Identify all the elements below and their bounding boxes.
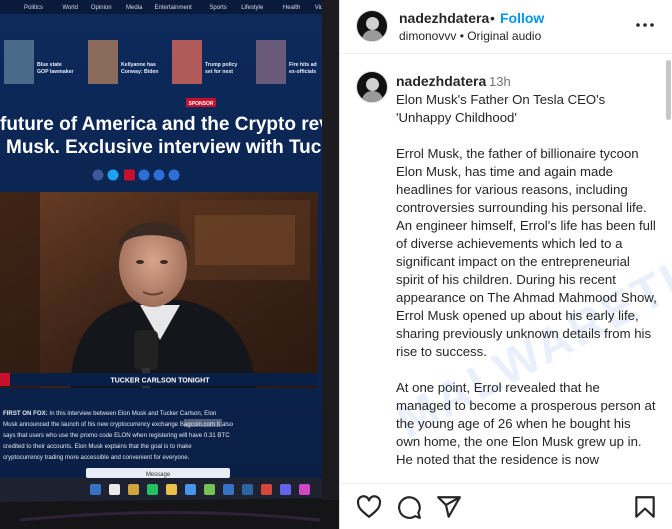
action-bar: ... xyxy=(340,483,672,529)
caption-username[interactable]: nadezhdatera xyxy=(396,73,486,89)
windows-start-icon xyxy=(90,484,101,495)
photo-headline-line-2: Musk. Exclusive interview with Tucker C xyxy=(6,137,339,158)
separator-dot: • xyxy=(490,10,495,26)
flipboard-icon xyxy=(124,169,135,181)
app-icon xyxy=(242,484,253,495)
email-icon xyxy=(168,169,180,181)
caption-avatar[interactable] xyxy=(356,71,388,103)
file-explorer-icon xyxy=(128,484,139,495)
app-icon xyxy=(280,484,291,495)
app-icon xyxy=(299,484,310,495)
photo-thumbnail-caption: Trump policy xyxy=(205,62,237,68)
photo-nav-item: Media xyxy=(126,5,143,11)
photo-thumbnail-image xyxy=(88,40,118,84)
comment-icon[interactable] xyxy=(396,494,422,520)
post-header: nadezhdatera • Follow dimonovvv • Origin… xyxy=(340,0,672,54)
photo-of-monitor: Politics World Opinion Media Entertainment Sp… xyxy=(0,0,339,529)
post-time: 13h xyxy=(489,74,511,89)
app-icon xyxy=(185,484,196,495)
photo-thumbnail-image xyxy=(4,40,34,84)
photo-thumbnail-caption: Fire hits ad xyxy=(289,62,317,68)
avatar[interactable] xyxy=(356,10,388,42)
photo-thumbnail-image xyxy=(172,40,202,84)
sponsor-tag: SPONSOR xyxy=(188,101,213,107)
search-icon xyxy=(109,484,120,495)
author-username[interactable]: nadezhdatera xyxy=(399,10,489,26)
video-chyron: TUCKER CARLSON TONIGHT xyxy=(110,378,210,385)
photo-nav-item: Opinion xyxy=(91,5,112,11)
app-icon xyxy=(204,484,215,495)
scrollbar-thumb[interactable] xyxy=(666,60,671,120)
follow-button[interactable]: Follow xyxy=(500,10,544,26)
photo-nav-item: Lifestyle xyxy=(241,5,264,11)
twitter-icon xyxy=(107,169,119,181)
print-icon xyxy=(153,169,165,181)
photo-thumbnail-caption: Blue state xyxy=(37,62,62,68)
caption-title: Elon Musk's Father On Tesla CEO's 'Unhap… xyxy=(396,92,606,125)
post-media[interactable]: Politics World Opinion Media Entertainment Sp… xyxy=(0,0,339,529)
photo-headline-line-1: future of America and the Crypto revolut xyxy=(0,114,339,135)
edge-icon xyxy=(223,484,234,495)
comment-share-icon xyxy=(138,169,150,181)
photo-thumbnail-caption-2: set for next xyxy=(205,69,233,75)
photo-thumbnail-caption-2: ex-officials xyxy=(289,69,316,75)
facebook-icon xyxy=(92,169,104,181)
whatsapp-icon xyxy=(147,484,158,495)
message-button[interactable]: Message xyxy=(146,472,171,478)
scrollbar[interactable] xyxy=(666,60,671,455)
caption-paragraph-2: At one point, Errol revealed that he man… xyxy=(396,380,656,467)
photo-nav-item: World xyxy=(62,5,78,11)
bookmark-icon[interactable] xyxy=(632,494,658,520)
app-icon xyxy=(166,484,177,495)
photo-thumbnail-caption-2: GOP lawmaker xyxy=(37,69,74,75)
post-details-panel: nadezhdatera • Follow dimonovvv • Origin… xyxy=(339,0,672,529)
chrome-icon xyxy=(261,484,272,495)
photo-thumbnail-caption: Kellyanne has xyxy=(121,62,156,68)
photo-nav-item: Politics xyxy=(24,5,43,11)
caption-area: MALWARETIPS.COM nadezhdatera 13h Elon Mu… xyxy=(340,55,672,483)
heart-icon[interactable] xyxy=(356,494,382,520)
photo-thumbnail-image xyxy=(256,40,286,84)
caption-text: Elon Musk's Father On Tesla CEO's 'Unhap… xyxy=(396,91,658,483)
caption-paragraph-1: Errol Musk, the father of billionaire ty… xyxy=(396,146,657,359)
photo-nav-item: Entertainment xyxy=(155,5,193,11)
photo-nav-item: Health xyxy=(283,5,300,11)
more-options-icon[interactable] xyxy=(635,15,655,35)
audio-info[interactable]: dimonovvv • Original audio xyxy=(399,29,541,43)
share-icon[interactable] xyxy=(436,494,462,520)
photo-thumbnail-caption-2: Conway: Biden xyxy=(121,69,158,75)
photo-nav-item: Sports xyxy=(209,5,226,11)
